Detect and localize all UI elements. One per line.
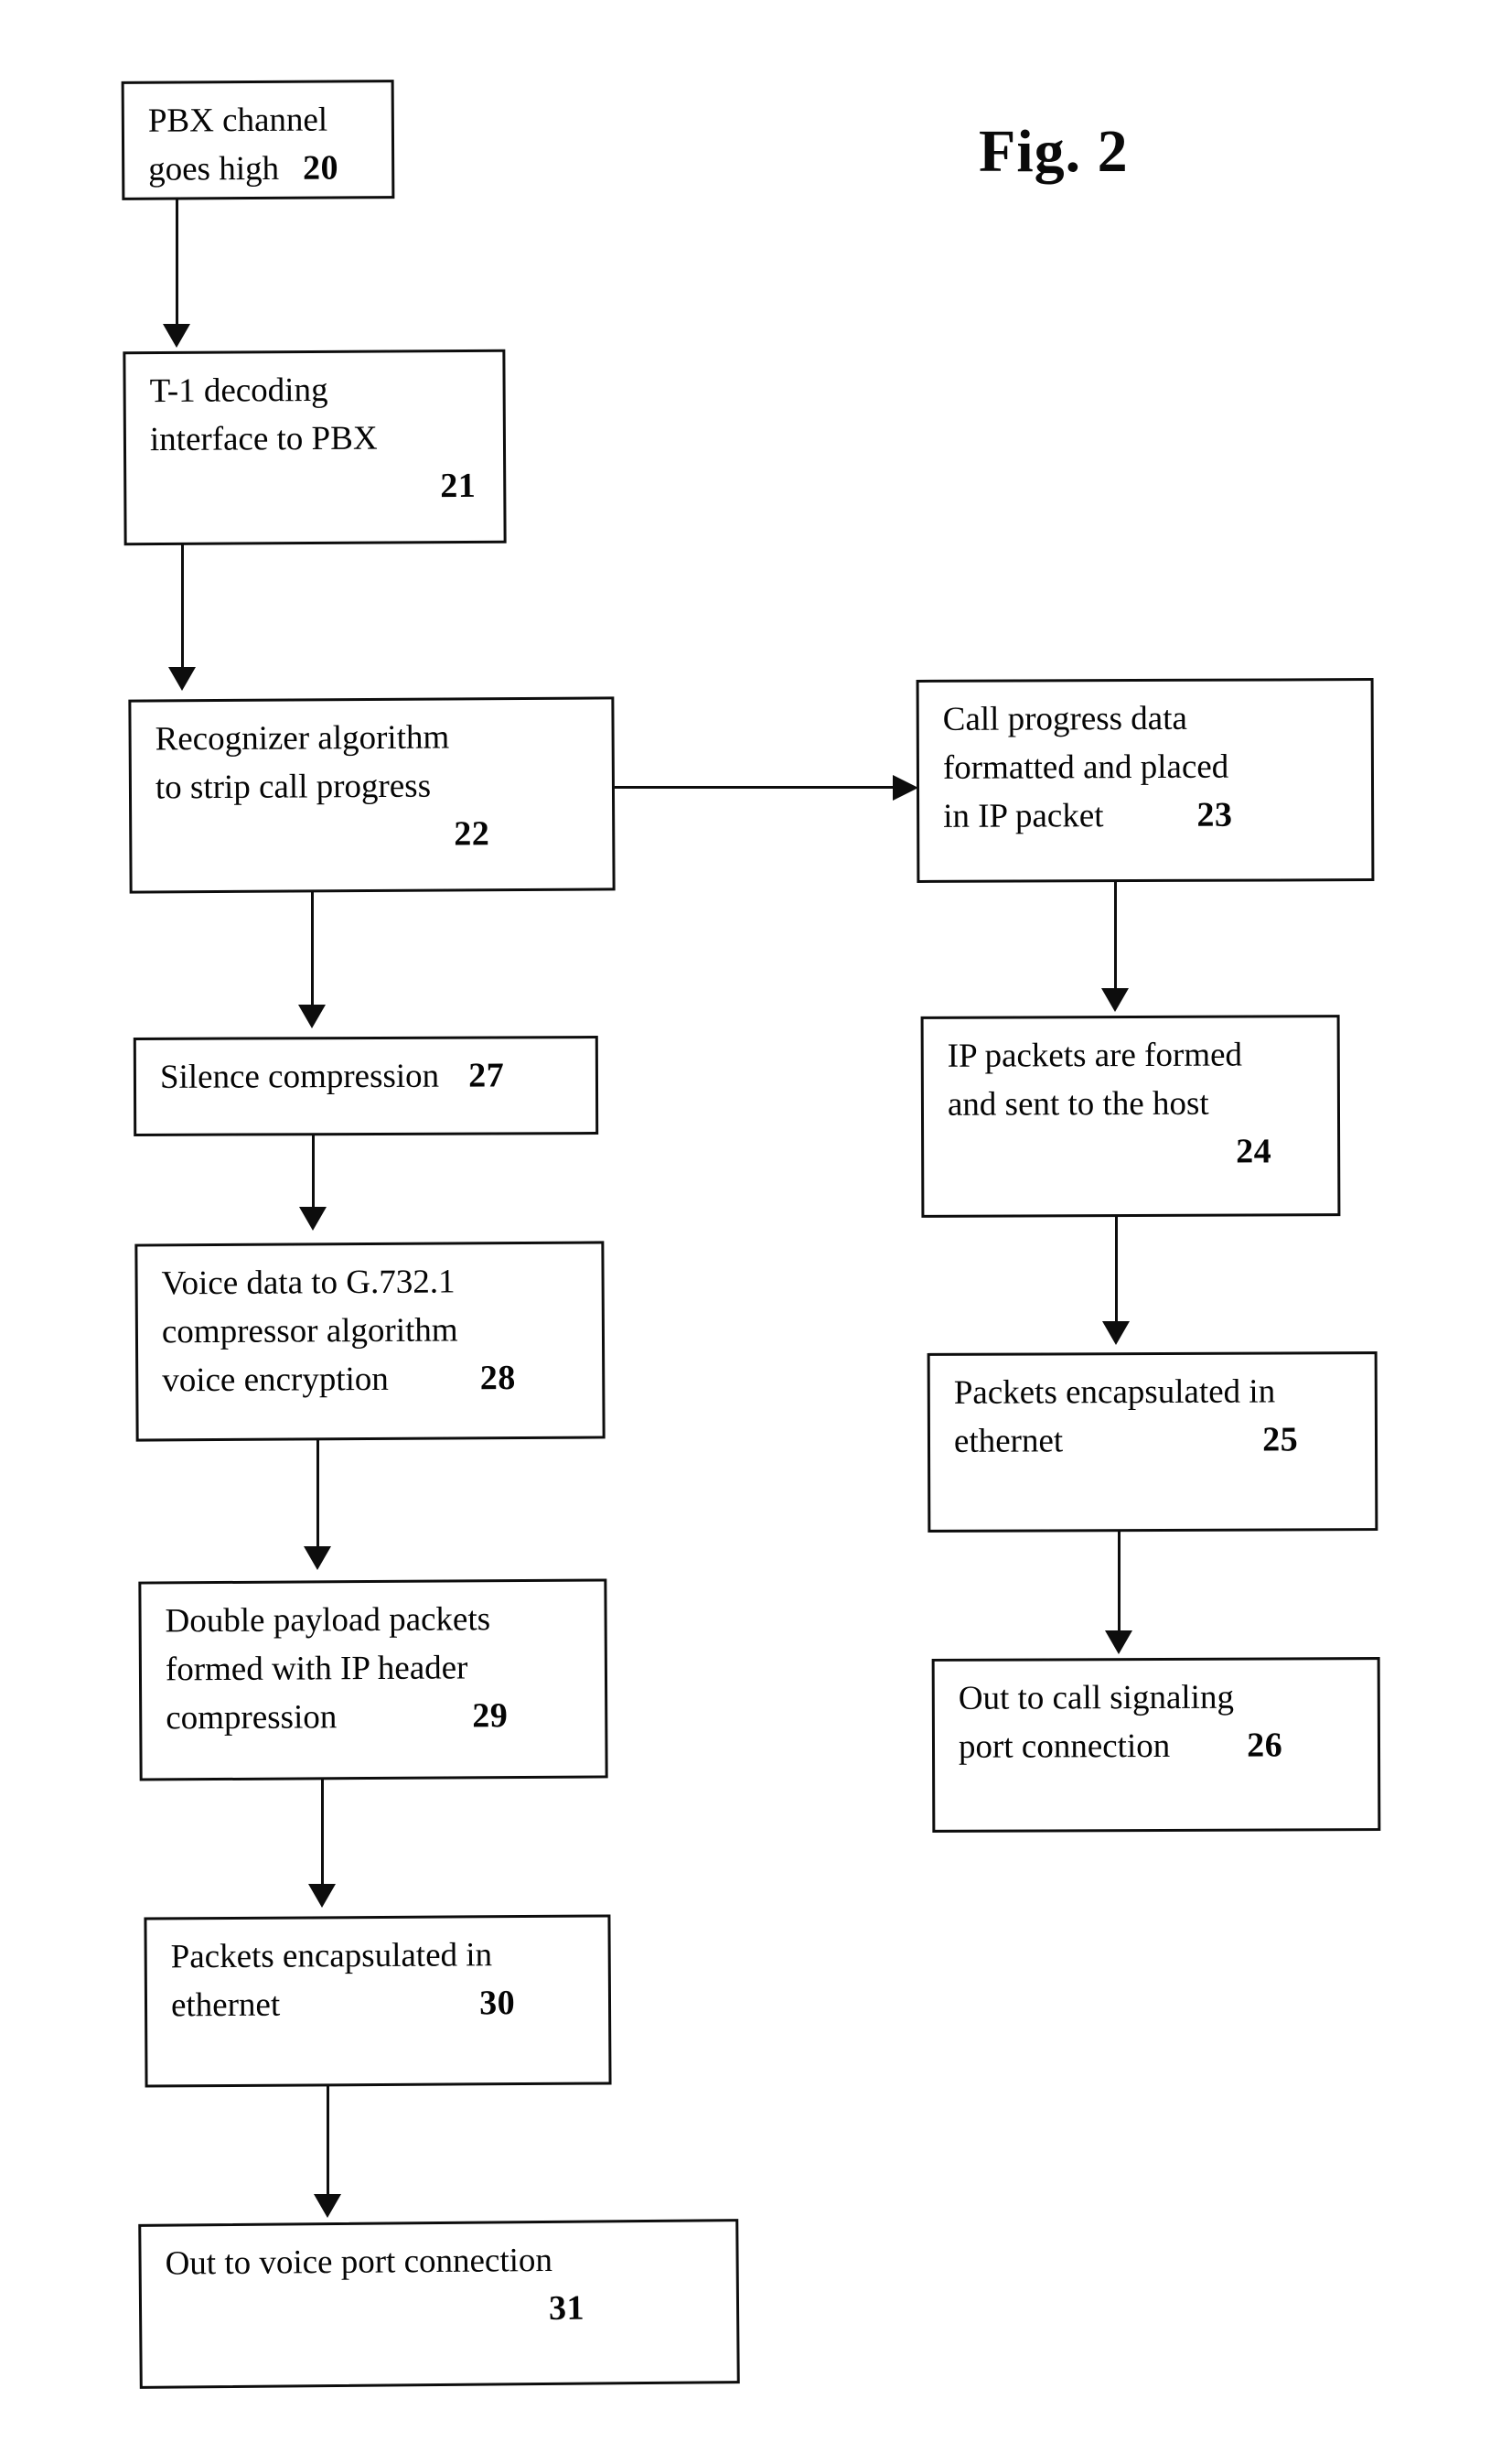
arrowhead-30-to-31 bbox=[314, 2194, 341, 2218]
flow-node-28-ref: 28 bbox=[479, 1359, 516, 1398]
flow-node-22-content: Recognizer algorithm to strip call progr… bbox=[155, 712, 597, 860]
flow-node-20-content: PBX channel goes high 20 bbox=[148, 95, 378, 194]
flow-node-24-line-1: IP packets are formed bbox=[947, 1036, 1243, 1075]
connector-23-to-24 bbox=[1114, 882, 1117, 992]
flow-node-26-content: Out to call signaling port connection 26 bbox=[959, 1673, 1363, 1771]
connector-29-to-30 bbox=[321, 1780, 324, 1888]
arrowhead-22-to-27 bbox=[298, 1005, 326, 1028]
flow-node-31: Out to voice port connection 31 bbox=[138, 2219, 740, 2389]
flow-node-27-line-1: Silence compression 27 bbox=[160, 1051, 581, 1102]
flow-node-25-line-1: Packets encapsulated in bbox=[953, 1372, 1276, 1412]
connector-28-to-29 bbox=[316, 1440, 319, 1550]
flow-node-31-content: Out to voice port connection 31 bbox=[165, 2234, 722, 2336]
flow-node-28-line-2: compressor algorithm bbox=[161, 1311, 458, 1351]
flow-node-29-content: Double payload packets formed with IP he… bbox=[165, 1595, 590, 1743]
flow-node-21: T-1 decoding interface to PBX 21 bbox=[123, 349, 507, 546]
flow-node-24-line-2: and sent to the host bbox=[947, 1084, 1209, 1124]
flow-node-30: Packets encapsulated in ethernet 30 bbox=[144, 1914, 612, 2088]
flow-node-20-line-2: goes high 20 bbox=[148, 144, 377, 194]
flow-node-24: IP packets are formed and sent to the ho… bbox=[920, 1015, 1341, 1218]
patent-figure-page: Fig. 2 PBX channel goes high 20 T-1 decod… bbox=[0, 0, 1512, 2442]
connector-24-to-25 bbox=[1115, 1217, 1118, 1325]
flow-node-23-line-1: Call progress data bbox=[942, 699, 1187, 738]
flow-node-27-content: Silence compression 27 bbox=[160, 1051, 581, 1102]
flow-node-25-line-2-text: ethernet bbox=[953, 1422, 1064, 1460]
flow-node-29-ref: 29 bbox=[472, 1696, 509, 1736]
flow-node-30-content: Packets encapsulated in ethernet 30 bbox=[171, 1931, 595, 2030]
flow-node-25-ref: 25 bbox=[1262, 1420, 1299, 1459]
flow-node-31-line-1: Out to voice port connection bbox=[165, 2241, 553, 2283]
connector-25-to-26 bbox=[1118, 1532, 1121, 1634]
flow-node-29-line-3: compression 29 bbox=[166, 1692, 590, 1743]
flow-node-23-ref: 23 bbox=[1196, 795, 1233, 834]
arrowhead-21-to-22 bbox=[168, 667, 196, 691]
flow-node-23: Call progress data formatted and placed … bbox=[916, 678, 1375, 883]
connector-21-to-22 bbox=[181, 544, 184, 671]
connector-22-to-27 bbox=[311, 892, 314, 1008]
flow-node-22-ref: 22 bbox=[454, 814, 490, 854]
flow-node-21-line-2: interface to PBX bbox=[149, 419, 378, 459]
flow-node-22: Recognizer algorithm to strip call progr… bbox=[128, 696, 616, 894]
flow-node-30-ref: 30 bbox=[479, 1984, 516, 2023]
flow-node-28-line-3: voice encryption 28 bbox=[162, 1354, 587, 1405]
flow-node-28-line-1: Voice data to G.732.1 bbox=[161, 1263, 456, 1303]
flow-node-26-ref: 26 bbox=[1247, 1726, 1283, 1765]
connector-27-to-28 bbox=[312, 1135, 315, 1210]
arrowhead-22-to-23 bbox=[893, 775, 918, 801]
flow-node-26-line-2: port connection 26 bbox=[959, 1721, 1363, 1771]
flow-node-30-line-1: Packets encapsulated in bbox=[170, 1936, 493, 1976]
figure-title: Fig. 2 bbox=[979, 118, 1129, 185]
connector-30-to-31 bbox=[327, 2086, 329, 2198]
flow-node-21-ref: 21 bbox=[440, 466, 477, 506]
flow-node-20: PBX channel goes high 20 bbox=[121, 80, 395, 200]
arrowhead-23-to-24 bbox=[1101, 988, 1129, 1012]
flow-node-22-line-2: to strip call progress bbox=[155, 767, 432, 807]
flow-node-29-line-1: Double payload packets bbox=[165, 1600, 491, 1641]
connector-20-to-21 bbox=[176, 199, 178, 328]
flow-node-23-content: Call progress data formatted and placed … bbox=[943, 694, 1357, 841]
connector-22-to-23 bbox=[615, 786, 898, 789]
flow-node-29-line-2: formed with IP header bbox=[165, 1649, 468, 1689]
arrowhead-27-to-28 bbox=[299, 1207, 327, 1231]
flow-node-25-line-2: ethernet 25 bbox=[954, 1415, 1360, 1466]
flow-node-20-line-2-text: goes high bbox=[148, 149, 280, 188]
arrowhead-20-to-21 bbox=[163, 324, 190, 348]
flow-node-25: Packets encapsulated in ethernet 25 bbox=[927, 1351, 1378, 1533]
flow-node-29: Double payload packets formed with IP he… bbox=[138, 1578, 608, 1781]
flow-node-22-line-1: Recognizer algorithm bbox=[155, 718, 450, 758]
flow-node-29-line-3-text: compression bbox=[166, 1698, 338, 1737]
flow-node-24-ref: 24 bbox=[1236, 1132, 1272, 1171]
flow-node-23-line-3-text: in IP packet bbox=[943, 797, 1104, 835]
flow-node-28-content: Voice data to G.732.1 compressor algorit… bbox=[161, 1257, 587, 1405]
flow-node-24-content: IP packets are formed and sent to the ho… bbox=[948, 1030, 1324, 1178]
arrowhead-28-to-29 bbox=[304, 1546, 331, 1570]
flow-node-27: Silence compression 27 bbox=[133, 1036, 599, 1136]
flow-node-30-line-2-text: ethernet bbox=[170, 1985, 281, 2025]
flow-node-26-line-1: Out to call signaling bbox=[958, 1678, 1234, 1717]
flow-node-21-content: T-1 decoding interface to PBX 21 bbox=[149, 365, 488, 512]
flow-node-26-line-2-text: port connection bbox=[958, 1727, 1171, 1766]
flow-node-23-line-2: formatted and placed bbox=[942, 748, 1229, 787]
arrowhead-25-to-26 bbox=[1105, 1630, 1132, 1654]
flow-node-23-line-3: in IP packet 23 bbox=[943, 791, 1357, 841]
flow-node-28: Voice data to G.732.1 compressor algorit… bbox=[134, 1241, 606, 1442]
arrowhead-29-to-30 bbox=[308, 1884, 336, 1908]
flow-node-26: Out to call signaling port connection 26 bbox=[931, 1657, 1381, 1833]
flow-node-28-line-3-text: voice encryption bbox=[162, 1360, 389, 1400]
arrowhead-24-to-25 bbox=[1102, 1321, 1130, 1345]
flow-node-27-line-1-text: Silence compression bbox=[159, 1057, 440, 1096]
flow-node-20-ref: 20 bbox=[302, 148, 339, 188]
flow-node-31-ref: 31 bbox=[548, 2288, 585, 2328]
flow-node-20-line-1: PBX channel bbox=[147, 101, 328, 140]
flow-node-27-ref: 27 bbox=[468, 1056, 505, 1095]
flow-node-25-content: Packets encapsulated in ethernet 25 bbox=[954, 1367, 1360, 1466]
flow-node-21-line-1: T-1 decoding bbox=[149, 371, 328, 411]
flow-node-30-line-2: ethernet 30 bbox=[171, 1979, 594, 2030]
